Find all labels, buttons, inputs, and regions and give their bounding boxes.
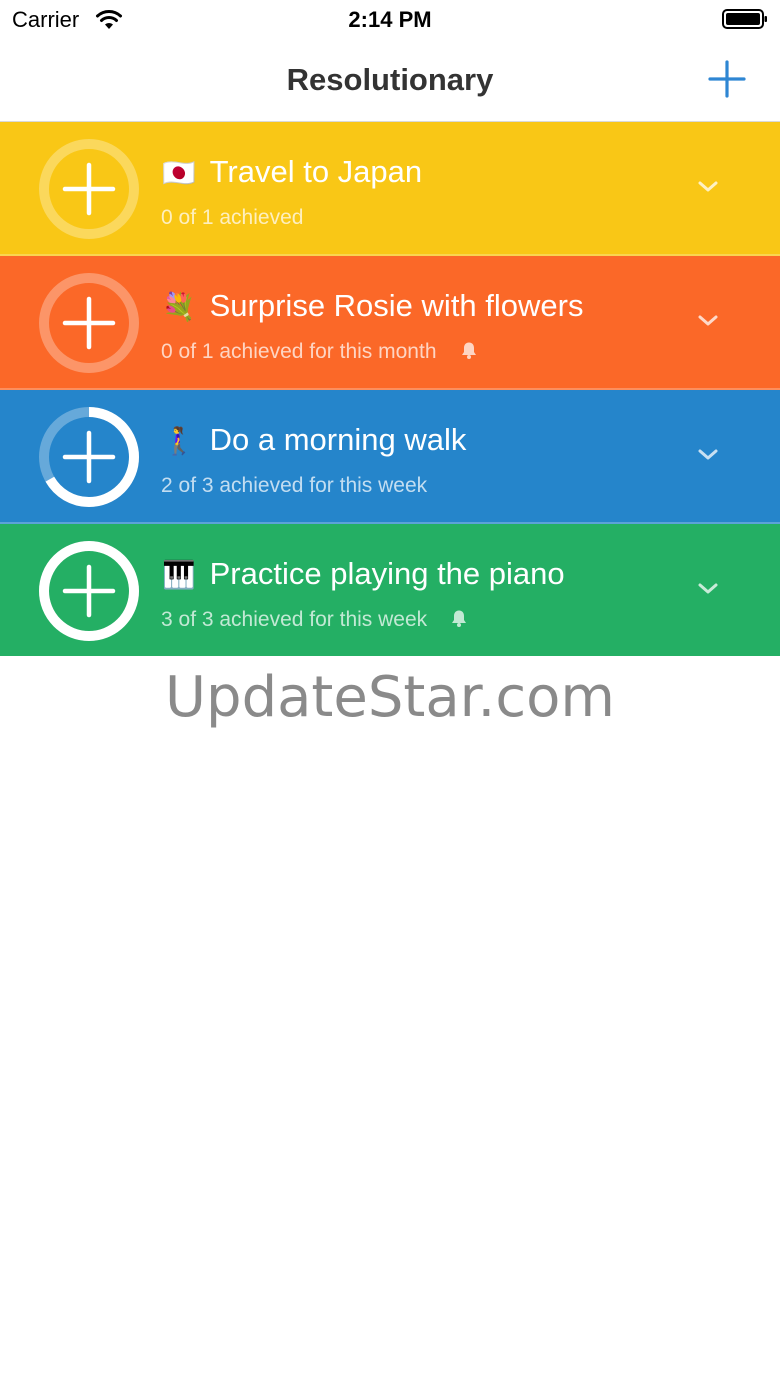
chevron-down-icon[interactable] — [697, 179, 719, 195]
add-resolution-button[interactable] — [706, 58, 748, 100]
bell-icon — [461, 342, 476, 359]
resolution-title-text: Practice playing the piano — [209, 556, 565, 591]
progress-ring-add-button[interactable] — [38, 272, 140, 374]
bell-icon — [452, 610, 467, 627]
status-time: 2:14 PM — [348, 7, 432, 32]
status-bar: Carrier 2:14 PM — [0, 0, 780, 40]
resolution-title-text: Travel to Japan — [209, 154, 423, 189]
chevron-down-icon[interactable] — [697, 447, 719, 463]
resolution-title: 🇯🇵 Travel to Japan — [162, 154, 422, 190]
resolution-progress-text: 2 of 3 achieved for this week — [161, 474, 428, 497]
resolution-emoji: 🎹 — [162, 560, 196, 590]
resolution-title: 💐 Surprise Rosie with flowers — [162, 288, 583, 324]
resolution-emoji: 🇯🇵 — [162, 158, 196, 188]
battery-icon — [722, 9, 767, 29]
resolution-row[interactable]: 🎹 Practice playing the piano 3 of 3 achie… — [0, 524, 780, 656]
resolution-row[interactable]: 🇯🇵 Travel to Japan 0 of 1 achieved — [0, 122, 780, 256]
plus-icon — [708, 60, 746, 98]
resolution-title-text: Do a morning walk — [209, 422, 467, 457]
resolution-list: 🇯🇵 Travel to Japan 0 of 1 achieved 💐 Surpr… — [0, 122, 780, 656]
resolution-subtitle: 0 of 1 achieved for this month — [161, 340, 479, 364]
chevron-down-icon[interactable] — [697, 313, 719, 329]
resolution-title: 🚶‍♀️ Do a morning walk — [162, 422, 466, 458]
chevron-down-icon[interactable] — [697, 581, 719, 597]
page-title: Resolutionary — [286, 62, 494, 97]
plus-icon — [62, 162, 116, 216]
resolution-subtitle: 0 of 1 achieved — [161, 206, 303, 230]
plus-icon — [62, 430, 116, 484]
plus-icon — [62, 564, 116, 618]
resolution-progress-text: 0 of 1 achieved — [161, 206, 304, 229]
resolution-subtitle: 3 of 3 achieved for this week — [161, 608, 469, 632]
progress-ring-add-button[interactable] — [38, 406, 140, 508]
progress-ring-add-button[interactable] — [38, 138, 140, 240]
resolution-progress-text: 3 of 3 achieved for this week — [161, 608, 428, 631]
resolution-emoji: 💐 — [162, 292, 196, 322]
plus-icon — [62, 296, 116, 350]
resolution-emoji: 🚶‍♀️ — [162, 426, 196, 456]
resolution-progress-text: 0 of 1 achieved for this month — [161, 340, 437, 363]
resolution-title-text: Surprise Rosie with flowers — [209, 288, 584, 323]
resolution-row[interactable]: 🚶‍♀️ Do a morning walk 2 of 3 achieved fo… — [0, 390, 780, 524]
progress-ring-add-button[interactable] — [38, 540, 140, 642]
resolution-subtitle: 2 of 3 achieved for this week — [161, 474, 427, 498]
resolution-title: 🎹 Practice playing the piano — [162, 556, 565, 592]
resolution-row[interactable]: 💐 Surprise Rosie with flowers 0 of 1 achi… — [0, 256, 780, 390]
watermark: UpdateStar.com — [165, 665, 615, 730]
navigation-bar: Resolutionary — [0, 40, 780, 122]
